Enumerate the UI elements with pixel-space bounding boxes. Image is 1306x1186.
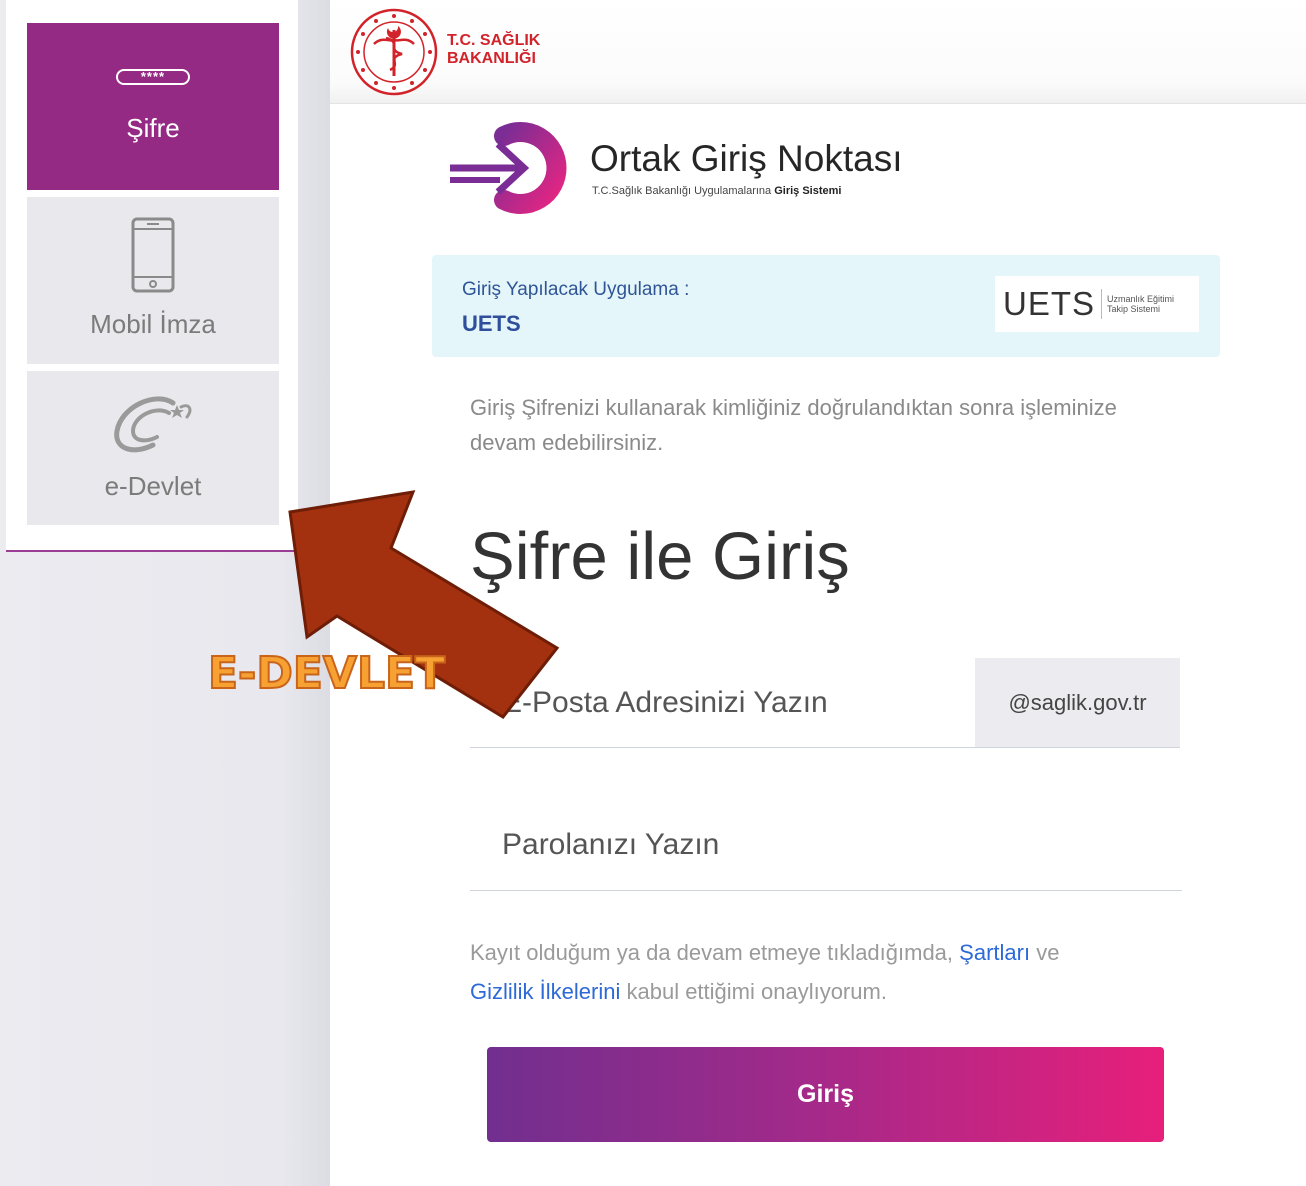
annotation-arrow — [288, 490, 560, 719]
annotation-label: E-DEVLET — [207, 648, 446, 699]
